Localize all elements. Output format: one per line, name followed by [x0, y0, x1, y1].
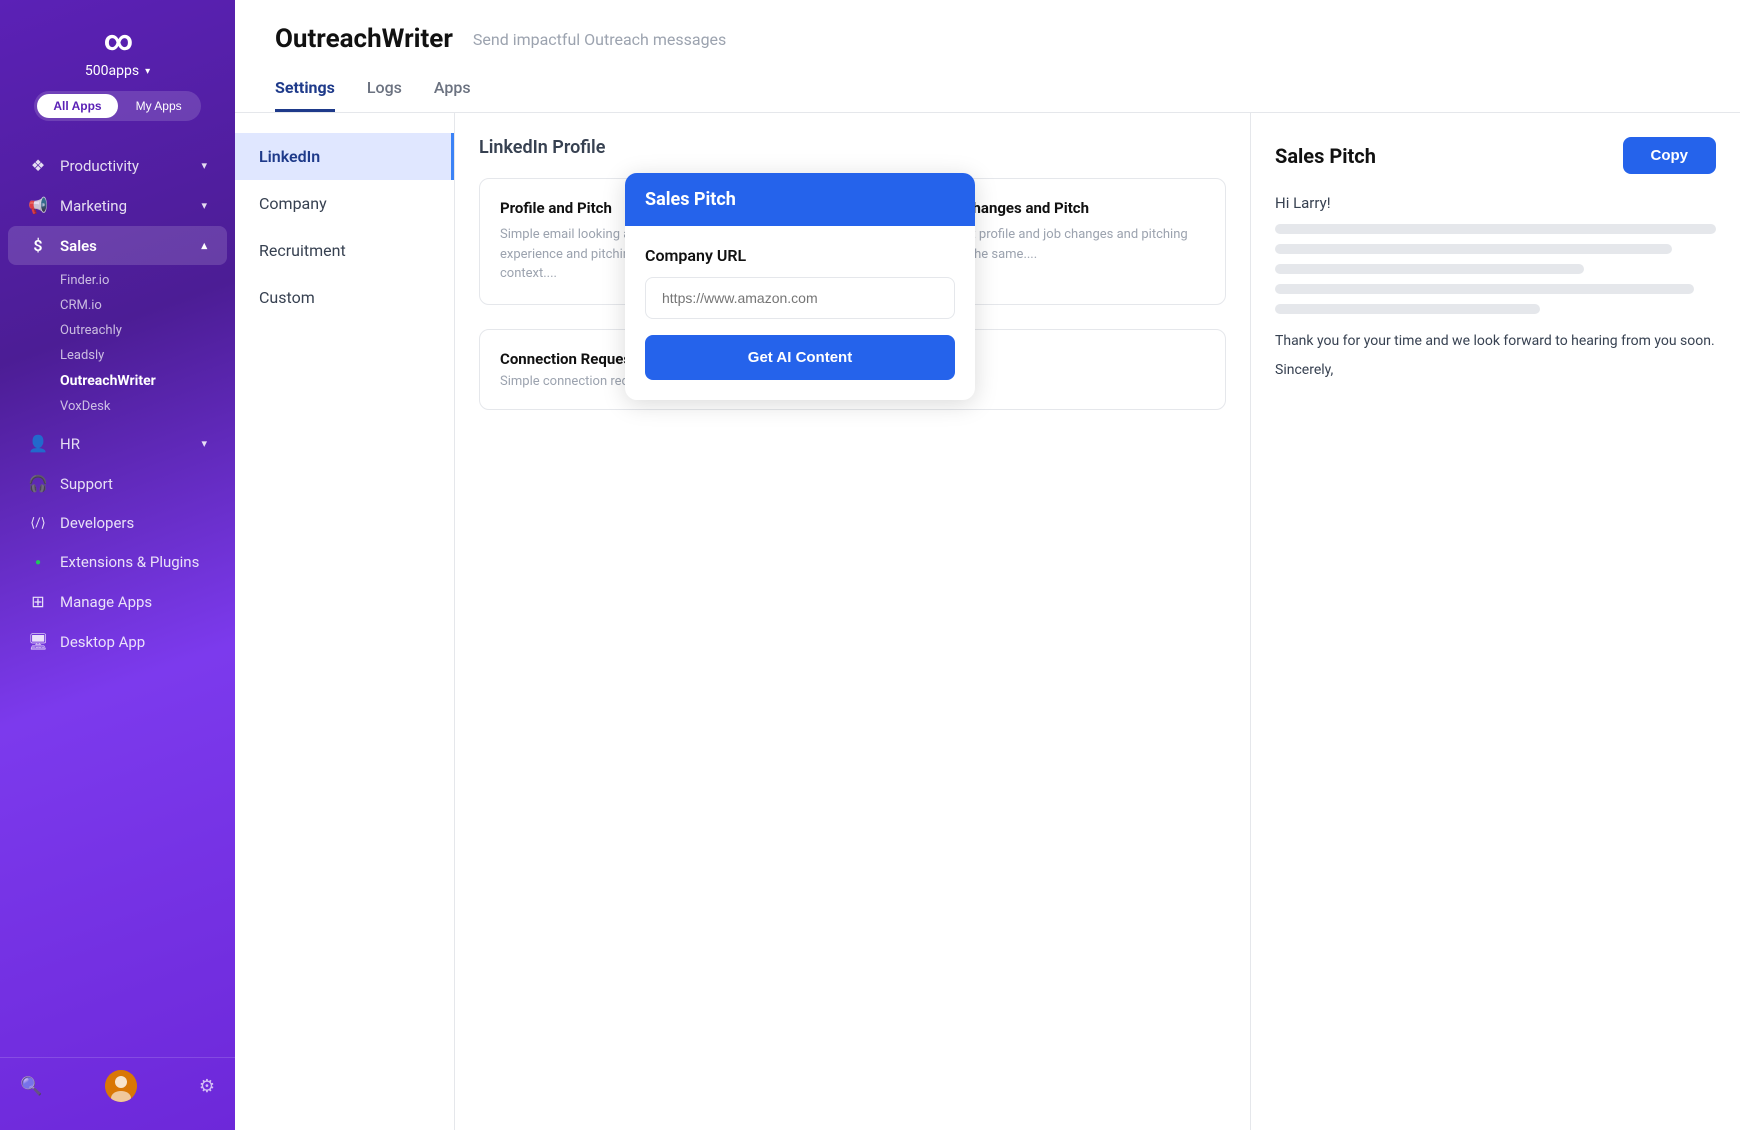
marketing-icon: 📢	[28, 196, 48, 215]
brand-row: 500apps ▾	[85, 63, 150, 79]
sales-chevron-icon: ▴	[201, 239, 207, 252]
sidebar-item-label-desktop-app: Desktop App	[60, 633, 145, 651]
developers-icon: ⟨/⟩	[28, 516, 48, 531]
sign-off-text: Sincerely,	[1275, 362, 1716, 378]
right-panel-title: Sales Pitch	[1275, 144, 1376, 168]
company-url-label: Company URL	[645, 246, 955, 265]
all-apps-toggle[interactable]: All Apps	[37, 94, 117, 118]
closing-text: Thank you for your time and we look forw…	[1275, 330, 1716, 352]
my-apps-toggle[interactable]: My Apps	[120, 94, 198, 118]
avatar[interactable]	[105, 1070, 137, 1102]
skeleton-line-5	[1275, 304, 1540, 314]
sidebar-item-label-support: Support	[60, 475, 113, 493]
sidebar-item-marketing[interactable]: 📢 Marketing ▾	[8, 186, 227, 225]
sidebar-item-developers[interactable]: ⟨/⟩ Developers	[8, 504, 227, 542]
sidebar-item-extensions[interactable]: ● Extensions & Plugins	[8, 543, 227, 581]
left-tab-recruitment[interactable]: Recruitment	[235, 227, 454, 274]
sidebar-item-label-manage-apps: Manage Apps	[60, 593, 152, 611]
sidebar-item-desktop-app[interactable]: 🖥 Desktop App	[8, 622, 227, 661]
productivity-chevron-icon: ▾	[201, 159, 207, 172]
search-icon[interactable]: 🔍	[20, 1076, 42, 1097]
greeting-text: Hi Larry!	[1275, 194, 1716, 212]
sales-pitch-panel: Sales Pitch Company URL Get AI Content	[625, 173, 975, 400]
skeleton-line-1	[1275, 224, 1716, 234]
get-ai-content-button[interactable]: Get AI Content	[645, 335, 955, 380]
copy-button[interactable]: Copy	[1623, 137, 1717, 174]
app-toggle: All Apps My Apps	[34, 91, 200, 121]
sidebar-item-hr[interactable]: 👤 HR ▾	[8, 424, 227, 463]
subnav-outreachwriter[interactable]: OutreachWriter	[52, 368, 235, 394]
skeleton-line-2	[1275, 244, 1672, 254]
sidebar-item-manage-apps[interactable]: ⊞ Manage Apps	[8, 582, 227, 621]
left-tab-linkedin[interactable]: LinkedIn	[235, 133, 454, 180]
sales-pitch-panel-header: Sales Pitch	[625, 173, 975, 226]
brand-name: 500apps	[85, 63, 139, 79]
logo-icon: ∞	[104, 24, 131, 57]
tab-logs[interactable]: Logs	[367, 70, 402, 112]
sidebar-item-label-sales: Sales	[60, 237, 97, 255]
subnav-leadsly[interactable]: Leadsly	[52, 343, 235, 368]
center-content: LinkedIn Profile Profile and Pitch Simpl…	[455, 113, 1250, 1130]
sidebar-item-label-marketing: Marketing	[60, 197, 127, 215]
manage-apps-icon: ⊞	[28, 592, 48, 611]
sidebar-item-label-hr: HR	[60, 435, 80, 453]
company-url-input[interactable]	[645, 277, 955, 319]
marketing-chevron-icon: ▾	[201, 199, 207, 212]
hr-chevron-icon: ▾	[201, 437, 207, 450]
left-tab-company[interactable]: Company	[235, 180, 454, 227]
skeleton-line-3	[1275, 264, 1584, 274]
left-panel: LinkedIn Company Recruitment Custom	[235, 113, 455, 1130]
tab-bar: Settings Logs Apps	[275, 70, 1700, 112]
left-tab-custom[interactable]: Custom	[235, 274, 454, 321]
linkedin-profile-header: LinkedIn Profile	[479, 137, 1226, 158]
sidebar-bottom: 🔍 ⚙	[0, 1057, 235, 1114]
right-panel: Sales Pitch Copy Hi Larry! Thank you for…	[1250, 113, 1740, 1130]
title-row: OutreachWriter Send impactful Outreach m…	[275, 24, 1700, 54]
page-subtitle: Send impactful Outreach messages	[473, 30, 726, 49]
tab-settings[interactable]: Settings	[275, 70, 335, 112]
main-content: OutreachWriter Send impactful Outreach m…	[235, 0, 1740, 1130]
skeleton-line-4	[1275, 284, 1694, 294]
main-header: OutreachWriter Send impactful Outreach m…	[235, 0, 1740, 113]
sales-icon: $	[28, 236, 48, 255]
tab-apps[interactable]: Apps	[434, 70, 471, 112]
nav-section: ❖ Productivity ▾ 📢 Marketing ▾ $ Sales ▴…	[0, 137, 235, 1049]
subnav-finder[interactable]: Finder.io	[52, 268, 235, 293]
sales-subnav: Finder.io CRM.io Outreachly Leadsly Outr…	[0, 266, 235, 423]
settings-icon[interactable]: ⚙	[199, 1076, 215, 1097]
brand-chevron-icon[interactable]: ▾	[145, 66, 150, 77]
extensions-icon: ●	[28, 557, 48, 568]
sidebar-item-productivity[interactable]: ❖ Productivity ▾	[8, 146, 227, 185]
sidebar-item-label-extensions: Extensions & Plugins	[60, 553, 199, 571]
subnav-outreachly[interactable]: Outreachly	[52, 318, 235, 343]
sales-pitch-panel-body: Company URL Get AI Content	[625, 226, 975, 400]
logo-area: ∞ 500apps ▾ All Apps My Apps	[0, 0, 235, 137]
page-title: OutreachWriter	[275, 24, 453, 54]
sidebar: ∞ 500apps ▾ All Apps My Apps ❖ Productiv…	[0, 0, 235, 1130]
sidebar-item-label-developers: Developers	[60, 514, 134, 532]
content-area: LinkedIn Company Recruitment Custom Link…	[235, 113, 1740, 1130]
sidebar-item-support[interactable]: 🎧 Support	[8, 464, 227, 503]
desktop-app-icon: 🖥	[28, 632, 48, 651]
sidebar-item-sales[interactable]: $ Sales ▴	[8, 226, 227, 265]
subnav-voxdesk[interactable]: VoxDesk	[52, 394, 235, 419]
sidebar-item-label-productivity: Productivity	[60, 157, 139, 175]
subnav-crm[interactable]: CRM.io	[52, 293, 235, 318]
productivity-icon: ❖	[28, 156, 48, 175]
right-panel-header: Sales Pitch Copy	[1275, 137, 1716, 174]
hr-icon: 👤	[28, 434, 48, 453]
support-icon: 🎧	[28, 474, 48, 493]
